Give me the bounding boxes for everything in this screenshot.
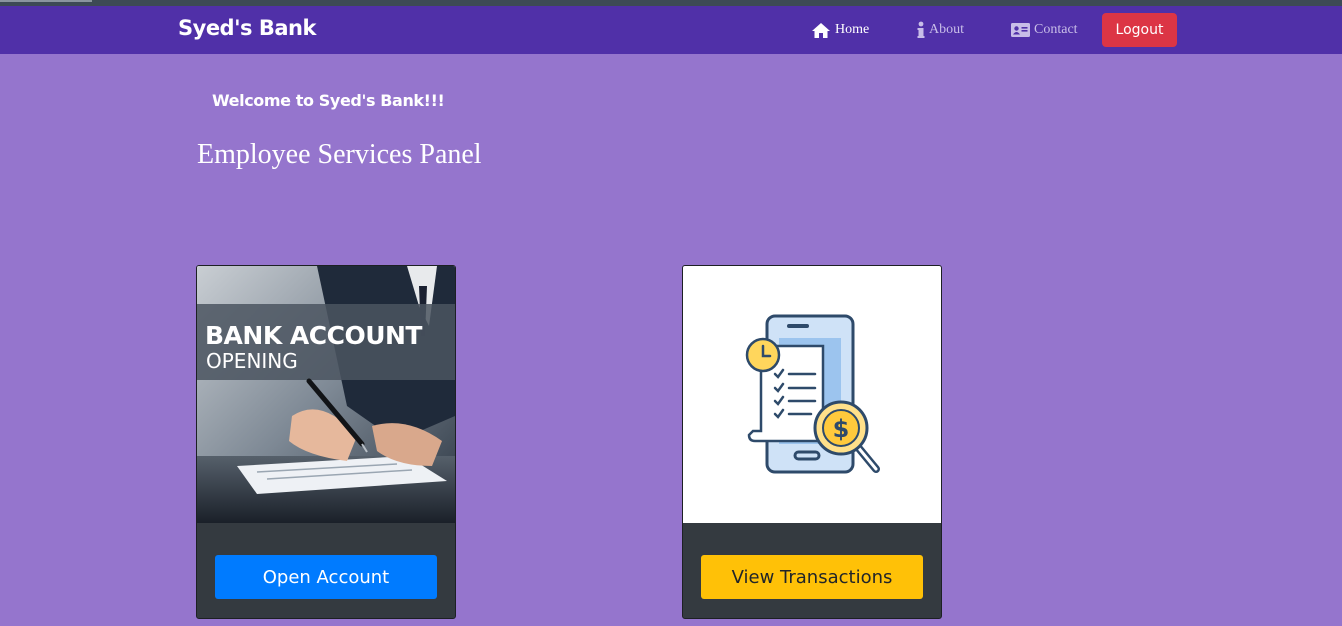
nav-about-label: About (929, 22, 964, 37)
view-transactions-button[interactable]: View Transactions (701, 555, 923, 599)
nav-contact[interactable]: Contact (1011, 20, 1078, 40)
view-transactions-card: $ View Transactions (682, 265, 942, 619)
svg-text:$: $ (833, 415, 850, 443)
nav-home-label: Home (835, 22, 870, 37)
open-account-card: Open Account (196, 265, 456, 619)
logout-button[interactable]: Logout (1102, 13, 1177, 47)
navbar: Syed's Bank Home About Contact Logout (0, 6, 1342, 54)
mobile-transaction-search-icon: $ (683, 266, 941, 523)
nav-contact-label: Contact (1034, 22, 1078, 37)
welcome-message: Welcome to Syed's Bank!!! (212, 91, 445, 110)
nav-about[interactable]: About (917, 20, 964, 40)
contact-card-icon (1011, 23, 1030, 37)
bank-account-opening-image (197, 266, 455, 523)
home-icon (811, 22, 831, 39)
image-title-line1: BANK ACCOUNT (205, 321, 422, 350)
open-account-button[interactable]: Open Account (215, 555, 437, 599)
browser-tab-indicator (0, 0, 92, 2)
info-icon (917, 21, 925, 39)
image-title-line2: OPENING (206, 349, 298, 373)
page-title: Employee Services Panel (197, 139, 482, 170)
nav-home[interactable]: Home (811, 20, 869, 40)
brand-logo[interactable]: Syed's Bank (178, 16, 316, 40)
